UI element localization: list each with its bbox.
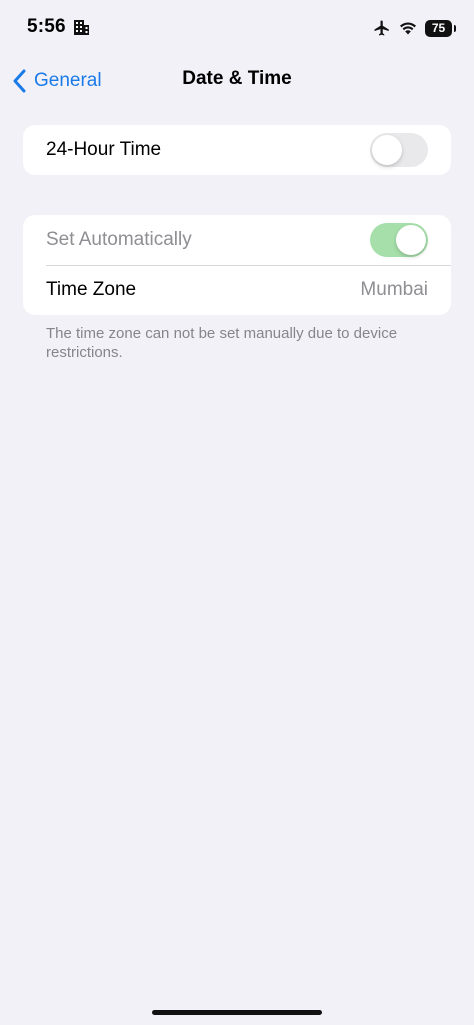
settings-group-timezone: Set Automatically Time Zone Mumbai [23, 215, 451, 315]
wifi-icon [400, 22, 416, 35]
set-automatically-label: Set Automatically [46, 229, 192, 250]
home-indicator[interactable] [152, 1010, 322, 1015]
toggle-knob [396, 225, 426, 255]
row-set-automatically: Set Automatically [23, 215, 451, 265]
status-time: 5:56 [27, 16, 66, 37]
time-zone-value: Mumbai [360, 279, 428, 300]
time-zone-label: Time Zone [46, 279, 137, 300]
set-automatically-toggle[interactable] [370, 223, 428, 257]
battery-nub [454, 24, 456, 32]
toggle-knob [372, 135, 402, 165]
footer-note: The time zone can not be set manually du… [46, 325, 398, 361]
building-icon [74, 20, 89, 35]
hour24-label: 24-Hour Time [46, 139, 162, 160]
airplane-icon [374, 20, 389, 36]
battery-level: 75 [431, 21, 446, 35]
row-24-hour-time: 24-Hour Time [23, 125, 451, 175]
status-bar: 5:56 75 [0, 0, 474, 56]
battery-icon: 75 [425, 19, 456, 37]
navigation-bar: General Date & Time [0, 56, 474, 106]
settings-group-hour-format: 24-Hour Time [23, 125, 451, 175]
hour24-toggle[interactable] [370, 133, 428, 167]
row-time-zone[interactable]: Time Zone Mumbai [23, 265, 451, 315]
page-title: Date & Time [182, 68, 292, 89]
status-icons: 75 [373, 18, 456, 38]
